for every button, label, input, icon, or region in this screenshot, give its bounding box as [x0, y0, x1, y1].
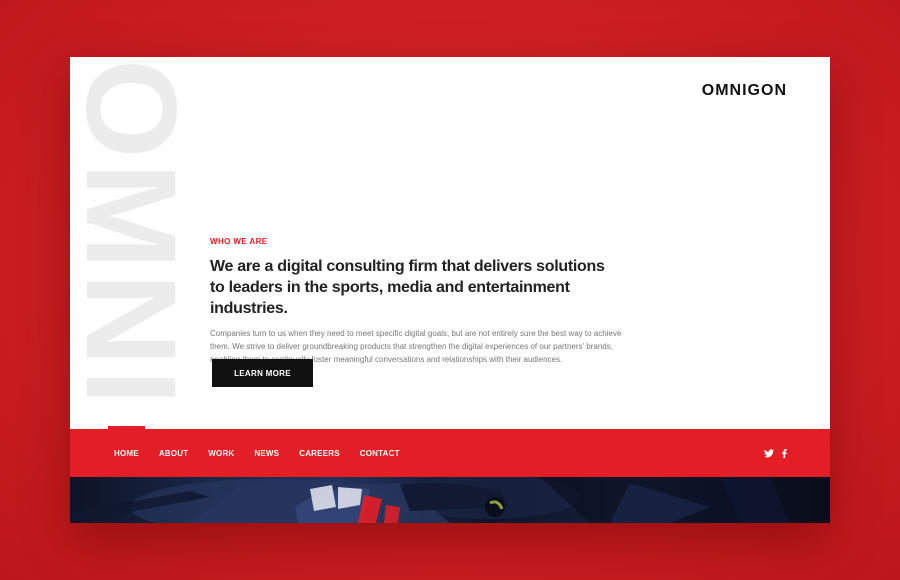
nav-item-about[interactable]: ABOUT [159, 449, 188, 458]
learn-more-button[interactable]: LEARN MORE [212, 359, 313, 387]
section-headline: We are a digital consulting firm that de… [210, 256, 640, 319]
watermark-logo: OMNI [74, 57, 182, 429]
twitter-icon[interactable] [764, 448, 774, 458]
nav-item-contact[interactable]: CONTACT [360, 449, 400, 458]
nav-item-news[interactable]: NEWS [254, 449, 279, 458]
facebook-icon[interactable] [782, 448, 787, 458]
body-line-2: them. We strive to deliver groundbreakin… [210, 342, 613, 351]
hero-race-car-image [70, 477, 830, 523]
watermark-text: OMNI [74, 59, 182, 410]
website-frame: OMNI OMNIGON WHO WE ARE We are a digital… [70, 57, 830, 523]
nav-item-work[interactable]: WORK [208, 449, 234, 458]
hero-image-graphic [70, 477, 830, 523]
main-navigation: HOME ABOUT WORK NEWS CAREERS CONTACT [70, 426, 830, 477]
headline-line-2: to leaders in the sports, media and ente… [210, 279, 570, 317]
nav-item-careers[interactable]: CAREERS [299, 449, 340, 458]
site-logo[interactable]: OMNIGON [702, 82, 787, 100]
body-line-1: Companies turn to us when they need to m… [210, 329, 622, 338]
headline-line-1: We are a digital consulting firm that de… [210, 258, 605, 275]
intro-section: WHO WE ARE We are a digital consulting f… [210, 237, 640, 366]
social-links [756, 429, 787, 477]
nav-links: HOME ABOUT WORK NEWS CAREERS CONTACT [114, 429, 420, 477]
section-eyebrow: WHO WE ARE [210, 237, 268, 246]
nav-item-home[interactable]: HOME [114, 449, 139, 458]
